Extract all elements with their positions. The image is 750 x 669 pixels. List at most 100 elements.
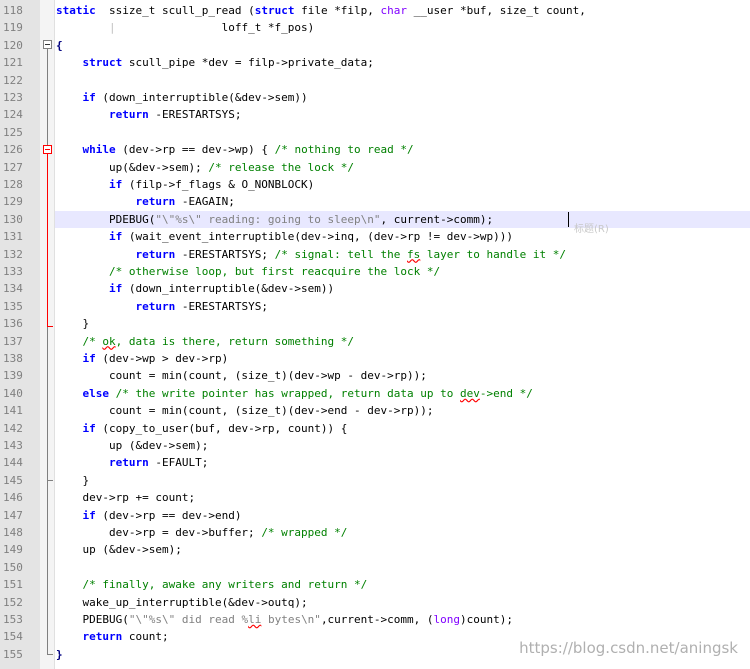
fold-end-while: [47, 326, 53, 327]
fold-end-function: [47, 654, 53, 655]
code-line[interactable]: 124 return -ERESTARTSYS;: [0, 106, 750, 123]
line-number: 146: [3, 491, 23, 505]
code-token: long: [433, 613, 461, 626]
code-line[interactable]: 132 return -ERESTARTSYS; /* signal: tell…: [0, 246, 750, 263]
code-line[interactable]: 143 up (&dev->sem);: [0, 437, 750, 454]
code-line[interactable]: 139 count = min(count, (size_t)(dev->wp …: [0, 367, 750, 384]
code-line[interactable]: 131 if (wait_event_interruptible(dev->in…: [0, 228, 750, 245]
code-token: , data is there, return something */: [115, 334, 355, 348]
code-line[interactable]: 122: [0, 72, 750, 89]
code-line[interactable]: 135 return -ERESTARTSYS;: [0, 298, 750, 315]
line-code: dev->rp += count;: [56, 489, 195, 506]
line-number: 137: [3, 334, 23, 348]
code-line[interactable]: 144 return -EFAULT;: [0, 454, 750, 471]
line-number: 152: [3, 595, 23, 609]
fold-collapse-icon-function[interactable]: [43, 40, 52, 49]
code-line[interactable]: 118 static ssize_t scull_p_read (struct f…: [0, 2, 750, 19]
code-token: dev: [460, 386, 480, 400]
code-line[interactable]: 127 up(&dev->sem); /* release the lock *…: [0, 159, 750, 176]
code-line[interactable]: 150: [0, 559, 750, 576]
code-token: while: [82, 143, 116, 157]
code-token: struct: [82, 56, 123, 70]
code-line[interactable]: 140 else /* the write pointer has wrappe…: [0, 385, 750, 402]
code-line[interactable]: 151 /* finally, awake any writers and re…: [0, 576, 750, 593]
code-line[interactable]: 153 PDEBUG("\"%s\" did read %li bytes\n"…: [0, 611, 750, 628]
code-token: li: [248, 613, 262, 626]
line-number: 119: [3, 21, 23, 35]
code-token: up (&dev->sem);: [56, 439, 209, 452]
code-line[interactable]: 119 | loff_t *f_pos): [0, 19, 750, 36]
code-token: |: [56, 21, 182, 35]
code-token: ok: [102, 334, 116, 348]
code-token: {: [56, 38, 63, 52]
code-line[interactable]: 138 if (dev->wp > dev->rp): [0, 350, 750, 367]
line-number: 153: [3, 613, 23, 626]
code-line[interactable]: 145 }: [0, 472, 750, 489]
code-line[interactable]: 141 count = min(count, (size_t)(dev->end…: [0, 402, 750, 419]
fold-end-if: [47, 480, 53, 481]
line-number: 131: [3, 230, 23, 244]
code-token: return: [135, 299, 176, 313]
line-number: 149: [3, 543, 23, 557]
line-code: /* otherwise loop, but first reacquire t…: [56, 263, 440, 280]
code-token: }: [56, 317, 90, 331]
code-token: scull_pipe *dev = filp->private_data;: [122, 56, 374, 70]
code-token: dev->rp = dev->buffer;: [56, 526, 262, 539]
line-number: 120: [3, 38, 23, 52]
line-code: return -ERESTARTSYS;: [56, 298, 267, 315]
line-code: up (&dev->sem);: [56, 437, 208, 454]
code-line[interactable]: 120 {: [0, 37, 750, 54]
code-line[interactable]: 147 if (dev->rp == dev->end): [0, 507, 750, 524]
code-token: char: [380, 4, 408, 17]
fold-guide-while: [47, 154, 48, 326]
line-code: up(&dev->sem); /* release the lock */: [56, 159, 354, 176]
line-code: if (filp->f_flags & O_NONBLOCK): [56, 176, 314, 193]
code-editor[interactable]: 118 static ssize_t scull_p_read (struct f…: [0, 0, 750, 669]
code-line[interactable]: 142 if (copy_to_user(buf, dev->rp, count…: [0, 420, 750, 437]
code-token: /* wrapped */: [261, 526, 348, 539]
code-token: -ERESTARTSYS;: [175, 247, 275, 261]
line-code: {: [56, 37, 63, 54]
code-line[interactable]: 146 dev->rp += count;: [0, 489, 750, 506]
line-number: 126: [3, 143, 23, 157]
code-line[interactable]: 137 /* ok, data is there, return somethi…: [0, 333, 750, 350]
code-line[interactable]: 136 }: [0, 315, 750, 332]
code-line[interactable]: 133 /* otherwise loop, but first reacqui…: [0, 263, 750, 280]
line-code: static ssize_t scull_p_read (struct file…: [56, 2, 586, 19]
code-line[interactable]: 128 if (filp->f_flags & O_NONBLOCK): [0, 176, 750, 193]
line-code: PDEBUG("\"%s\" did read %li bytes\n",cur…: [56, 611, 513, 628]
code-line[interactable]: 123 if (down_interruptible(&dev->sem)): [0, 89, 750, 106]
line-number: 147: [3, 508, 23, 522]
code-token: else: [82, 386, 110, 400]
code-line[interactable]: 129 return -EAGAIN;: [0, 193, 750, 210]
code-line[interactable]: 126 while (dev->rp == dev->wp) { /* noth…: [0, 141, 750, 158]
code-line[interactable]: 125: [0, 124, 750, 141]
line-code: }: [56, 472, 89, 489]
line-number: 154: [3, 630, 23, 644]
code-line[interactable]: 134 if (down_interruptible(&dev->sem)): [0, 280, 750, 297]
code-line[interactable]: 152 wake_up_interruptible(&dev->outq);: [0, 594, 750, 611]
fold-collapse-icon-while[interactable]: [43, 145, 52, 154]
line-number: 128: [3, 178, 23, 191]
line-number: 144: [3, 456, 23, 470]
code-line[interactable]: 148 dev->rp = dev->buffer; /* wrapped */: [0, 524, 750, 541]
line-number: 155: [3, 647, 23, 661]
code-token: /*: [82, 334, 103, 348]
line-code: }: [56, 646, 63, 663]
code-line[interactable]: 149 up (&dev->sem);: [0, 541, 750, 558]
code-token: -EAGAIN;: [175, 195, 235, 209]
code-line[interactable]: 121 struct scull_pipe *dev = filp->priva…: [0, 54, 750, 71]
code-token: /* the write pointer has wrapped, return…: [115, 386, 460, 400]
code-line[interactable]: 130 PDEBUG("\"%s\" reading: going to sle…: [0, 210, 750, 228]
line-code: if (down_interruptible(&dev->sem)): [56, 89, 308, 106]
code-token: (down_interruptible(&dev->sem)): [122, 282, 335, 296]
